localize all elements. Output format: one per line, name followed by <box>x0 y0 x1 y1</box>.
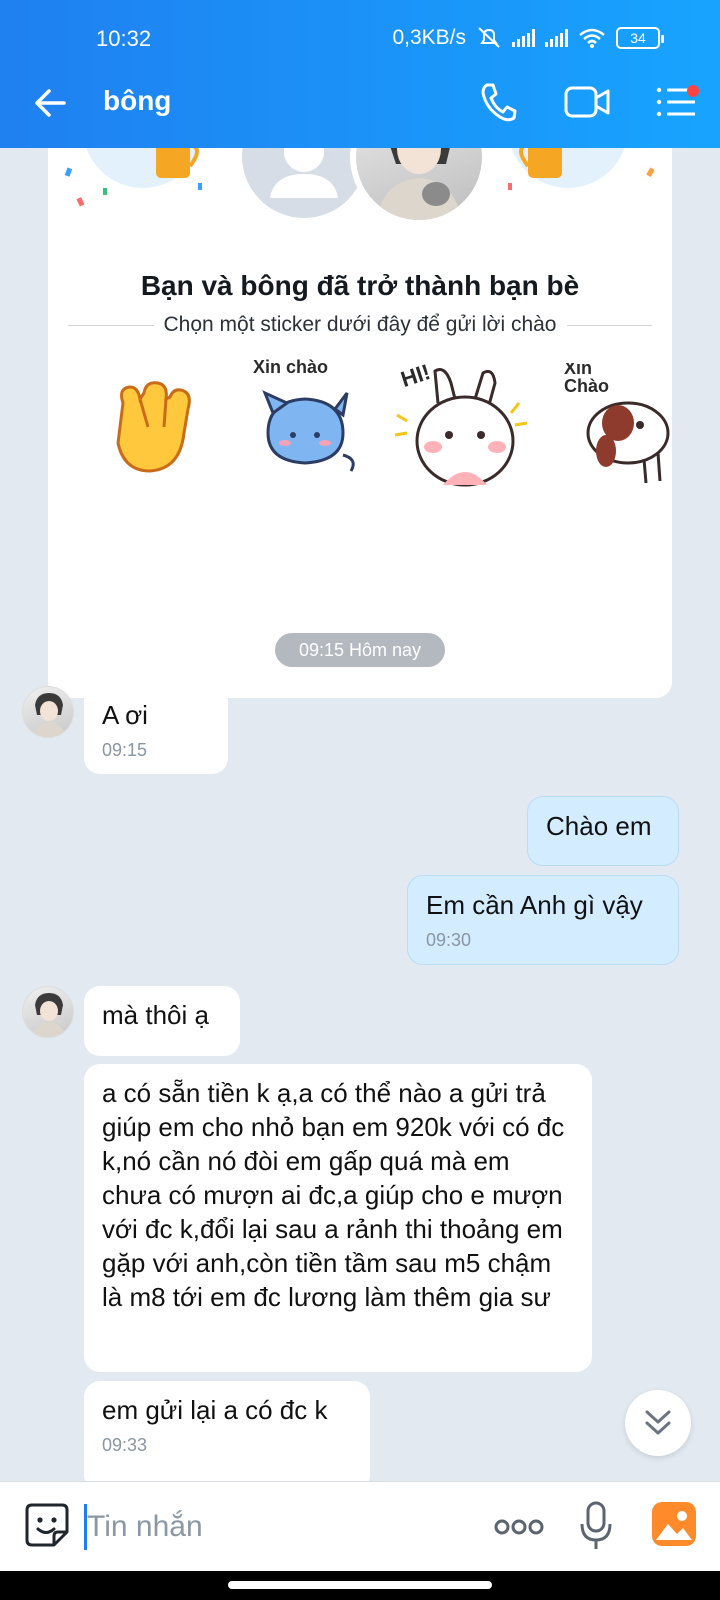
divider-left <box>68 324 154 326</box>
emoji-sticker-icon[interactable] <box>24 1502 70 1548</box>
contact-name[interactable]: bông <box>103 85 171 117</box>
friend-card-title: Bạn và bông đã trở thành bạn bè <box>140 270 580 301</box>
friend-card-subtitle: Chọn một sticker dưới đây để gửi lời chà… <box>163 313 557 336</box>
back-arrow-icon[interactable] <box>28 80 74 126</box>
phone-icon[interactable] <box>478 80 518 124</box>
signal-icon-2 <box>545 29 568 47</box>
message-bubble-out[interactable]: Em cần Anh gì vậy 09:30 <box>407 875 679 965</box>
home-gesture-handle[interactable] <box>228 1581 492 1589</box>
sticker-hi-bunny[interactable]: HI! <box>393 359 528 493</box>
message-time: 09:15 <box>102 740 148 760</box>
message-time: 09:30 <box>426 930 472 950</box>
sticker-xin-chao-cat[interactable]: Xin chào <box>243 357 373 493</box>
new-friend-card: Bạn và bông đã trở thành bạn bè Chọn một… <box>48 148 672 698</box>
chevron-double-down-icon <box>645 1410 671 1435</box>
divider-right <box>566 324 652 326</box>
person-icon <box>270 148 338 198</box>
blue-cat-sticker <box>262 390 355 472</box>
message-bubble-in[interactable]: a có sẵn tiền k ạ,a có thể nào a gửi trả… <box>84 1064 592 1372</box>
message-text: Em cần Anh gì vậy <box>426 890 643 920</box>
message-text: Chào em <box>546 811 652 841</box>
sender-avatar[interactable] <box>22 686 74 738</box>
menu-button[interactable] <box>655 82 699 127</box>
greeting-stickers: Xin chào HI! Xin Chào <box>48 357 672 503</box>
message-time: 09:33 <box>102 1435 148 1455</box>
message-bubble-in[interactable]: mà thôi ạ <box>84 986 240 1056</box>
scroll-to-bottom-button[interactable] <box>625 1390 691 1456</box>
sender-avatar[interactable] <box>22 986 74 1038</box>
battery-indicator: 34 <box>616 27 664 49</box>
status-icons: 0,3KB/s 34 <box>392 26 664 50</box>
message-bubble-in[interactable]: A ơi 09:15 <box>84 686 228 774</box>
status-bar: 10:32 0,3KB/s 34 <box>0 0 720 60</box>
message-bubble-out[interactable]: Chào em <box>527 796 679 866</box>
message-text: mà thôi ạ <box>102 1000 209 1030</box>
message-text: a có sẵn tiền k ạ,a có thể nào a gửi trả… <box>102 1078 565 1312</box>
bell-muted-icon <box>478 27 500 48</box>
message-input[interactable] <box>87 1504 467 1550</box>
message-input-bar <box>0 1481 720 1571</box>
message-text: em gửi lại a có đc k <box>102 1395 328 1425</box>
message-bubble-in[interactable]: em gửi lại a có đc k 09:33 <box>84 1381 370 1481</box>
sticker-text: Xin chào <box>253 357 329 377</box>
friend-card-subtitle-row: Chọn một sticker dưới đây để gửi lời chà… <box>68 313 652 337</box>
status-time: 10:32 <box>96 26 152 51</box>
message-text: A ơi <box>102 700 148 730</box>
more-options-icon[interactable] <box>494 1512 544 1542</box>
image-gallery-icon[interactable] <box>650 1500 698 1548</box>
notification-dot <box>687 85 699 97</box>
avatar-illustration <box>376 148 462 220</box>
sticker-text: Xin Chào <box>564 363 609 396</box>
chat-header: bông <box>0 60 720 148</box>
system-navigation-bar <box>0 1571 720 1600</box>
date-separator: 09:15 Hôm nay <box>275 633 445 667</box>
waving-hand-icon[interactable] <box>88 363 218 493</box>
wifi-icon <box>579 28 605 48</box>
avatar-illustration <box>31 693 67 737</box>
signal-icon <box>512 29 535 47</box>
network-speed: 0,3KB/s <box>392 26 466 49</box>
sticker-xin-chao-dog[interactable]: Xin Chào <box>548 363 672 493</box>
avatar-illustration <box>31 993 67 1037</box>
microphone-icon[interactable] <box>578 1500 614 1552</box>
video-camera-icon[interactable] <box>563 82 611 122</box>
chat-area[interactable]: Bạn và bông đã trở thành bạn bè Chọn một… <box>0 148 720 1481</box>
